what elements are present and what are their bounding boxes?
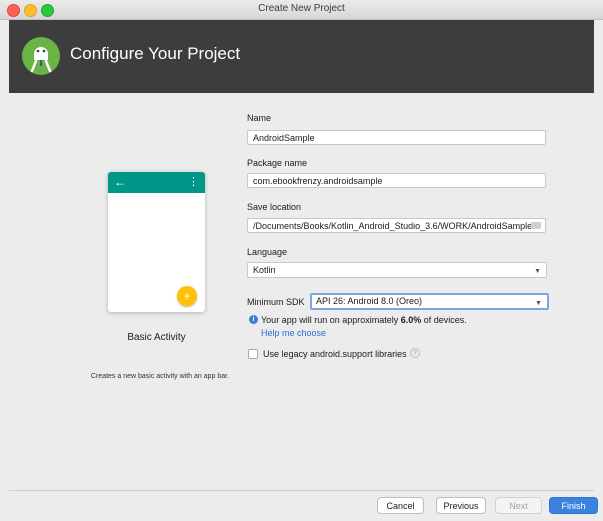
- cancel-button[interactable]: Cancel: [377, 497, 424, 514]
- chevron-down-icon: ▼: [534, 268, 541, 275]
- template-description: Creates a new basic activity with an app…: [90, 373, 230, 380]
- question-mark-icon[interactable]: ?: [410, 348, 420, 358]
- help-me-choose-link[interactable]: Help me choose: [261, 328, 326, 338]
- minimum-sdk-label: Minimum SDK: [247, 297, 305, 307]
- save-location-label: Save location: [247, 202, 302, 212]
- wizard-header: Configure Your Project: [9, 20, 594, 93]
- minimum-sdk-select[interactable]: API 26: Android 8.0 (Oreo) ▼: [310, 293, 549, 310]
- template-name: Basic Activity: [127, 332, 186, 343]
- language-value: Kotlin: [253, 265, 276, 275]
- language-select[interactable]: Kotlin ▼: [247, 262, 547, 278]
- window-title: Create New Project: [258, 3, 345, 14]
- package-name-field[interactable]: com.ebookfrenzy.androidsample: [247, 173, 546, 188]
- name-label: Name: [247, 113, 272, 123]
- page-title: Configure Your Project: [70, 44, 241, 63]
- overflow-menu-icon: ⋮: [188, 176, 199, 188]
- android-studio-icon: [22, 37, 60, 75]
- folder-icon[interactable]: [531, 222, 541, 229]
- back-arrow-icon: ←: [114, 175, 126, 189]
- device-coverage-info: Your app will run on approximately 6.0% …: [261, 315, 467, 325]
- chevron-down-icon: ▼: [535, 300, 542, 307]
- add-fab-icon: +: [177, 286, 197, 306]
- coverage-percent: 6.0%: [400, 315, 422, 325]
- minimum-sdk-value: API 26: Android 8.0 (Oreo): [316, 296, 423, 306]
- legacy-support-checkbox[interactable]: [248, 349, 258, 359]
- info-icon: i: [249, 315, 258, 324]
- save-location-value: /Documents/Books/Kotlin_Android_Studio_3…: [253, 221, 533, 231]
- previous-button[interactable]: Previous: [436, 497, 486, 514]
- package-name-label: Package name: [247, 158, 308, 168]
- next-button[interactable]: Next: [495, 497, 542, 514]
- finish-button[interactable]: Finish: [549, 497, 598, 514]
- name-field[interactable]: AndroidSample: [247, 130, 546, 145]
- wizard-content: [9, 93, 594, 490]
- title-bar: Create New Project: [0, 0, 603, 20]
- save-location-field[interactable]: /Documents/Books/Kotlin_Android_Studio_3…: [247, 218, 546, 233]
- language-label: Language: [247, 247, 288, 257]
- legacy-support-label[interactable]: Use legacy android.support libraries: [263, 349, 407, 359]
- preview-app-bar: ← ⋮: [108, 172, 205, 193]
